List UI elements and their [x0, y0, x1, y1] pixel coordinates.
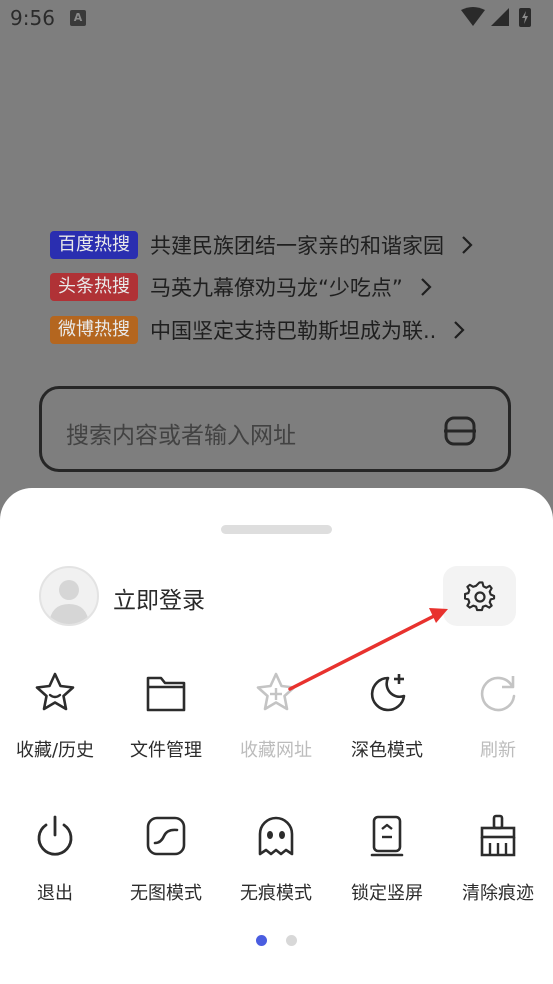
grid-item-label: 退出: [37, 883, 73, 904]
ghost-icon: [258, 816, 294, 856]
page-indicator-active[interactable]: [256, 935, 267, 946]
star-plus-icon: [256, 672, 296, 711]
status-time: 9:56: [10, 6, 55, 30]
grid-item-label: 锁定竖屏: [351, 883, 423, 904]
star-icon: [35, 672, 75, 711]
hot-search-item-weibo[interactable]: 微博热搜 中国坚定支持巴勒斯坦成为联..: [50, 315, 468, 345]
user-silhouette-icon: [49, 580, 89, 624]
hot-search-item-toutiao[interactable]: 头条热搜 马英九幕僚劝马龙“少吃点”: [50, 272, 435, 302]
no-image-mode-button[interactable]: 无图模式: [111, 813, 221, 905]
grid-item-label: 无图模式: [130, 883, 202, 904]
broom-icon: [480, 814, 516, 857]
notification-icon: A: [70, 10, 86, 26]
chevron-right-icon: [420, 278, 432, 296]
hot-badge-baidu: 百度热搜: [50, 231, 138, 259]
grid-item-label: 文件管理: [130, 740, 202, 761]
hot-search-text: 中国坚定支持巴勒斯坦成为联..: [150, 319, 437, 343]
search-input[interactable]: 搜索内容或者输入网址: [39, 386, 511, 472]
chevron-right-icon: [462, 236, 473, 254]
hot-badge-weibo: 微博热搜: [50, 316, 138, 344]
clear-traces-button[interactable]: 清除痕迹: [443, 813, 553, 905]
exit-button[interactable]: 退出: [0, 813, 110, 905]
grid-item-label: 深色模式: [351, 740, 423, 761]
page-indicator-inactive[interactable]: [286, 935, 297, 946]
signal-icon: [491, 8, 509, 26]
scan-icon[interactable]: [442, 413, 478, 449]
gear-icon: [464, 581, 496, 612]
folder-icon: [146, 676, 186, 712]
incognito-mode-button[interactable]: 无痕模式: [221, 813, 331, 905]
portrait-lock-icon: [370, 815, 404, 857]
menu-bottom-sheet: 立即登录 收藏/历史 文件管理 收藏网址 深色模式 刷新 退出 无图模式 无痕模…: [0, 488, 553, 984]
hot-badge-toutiao: 头条热搜: [50, 273, 138, 301]
grid-item-label: 刷新: [480, 740, 516, 761]
grid-item-label: 无痕模式: [240, 883, 312, 904]
portrait-lock-button[interactable]: 锁定竖屏: [332, 813, 442, 905]
avatar[interactable]: [39, 566, 99, 626]
grid-item-label: 清除痕迹: [462, 883, 534, 904]
status-bar: 9:56 A: [0, 0, 553, 38]
hot-search-item-baidu[interactable]: 百度热搜 共建民族团结一家亲的和谐家园: [50, 230, 476, 260]
refresh-button[interactable]: 刷新: [443, 670, 553, 762]
power-icon: [37, 815, 73, 856]
refresh-icon: [480, 676, 516, 712]
add-bookmark-button[interactable]: 收藏网址: [221, 670, 331, 762]
moon-plus-icon: [370, 674, 406, 712]
login-link[interactable]: 立即登录: [113, 581, 205, 615]
status-icons: [461, 7, 531, 27]
grid-item-label: 收藏/历史: [15, 740, 95, 761]
dark-mode-button[interactable]: 深色模式: [332, 670, 442, 762]
grid-item-label: 收藏网址: [240, 740, 312, 761]
hot-search-text: 马英九幕僚劝马龙“少吃点”: [150, 276, 403, 300]
file-manager-button[interactable]: 文件管理: [111, 670, 221, 762]
hot-search-text: 共建民族团结一家亲的和谐家园: [150, 234, 444, 258]
chevron-right-icon: [454, 321, 465, 339]
search-placeholder: 搜索内容或者输入网址: [66, 423, 296, 449]
settings-button[interactable]: [443, 566, 516, 626]
wifi-icon: [461, 7, 485, 26]
no-image-icon: [146, 816, 186, 856]
drag-handle[interactable]: [221, 525, 332, 534]
favorites-history-button[interactable]: 收藏/历史: [0, 670, 110, 762]
